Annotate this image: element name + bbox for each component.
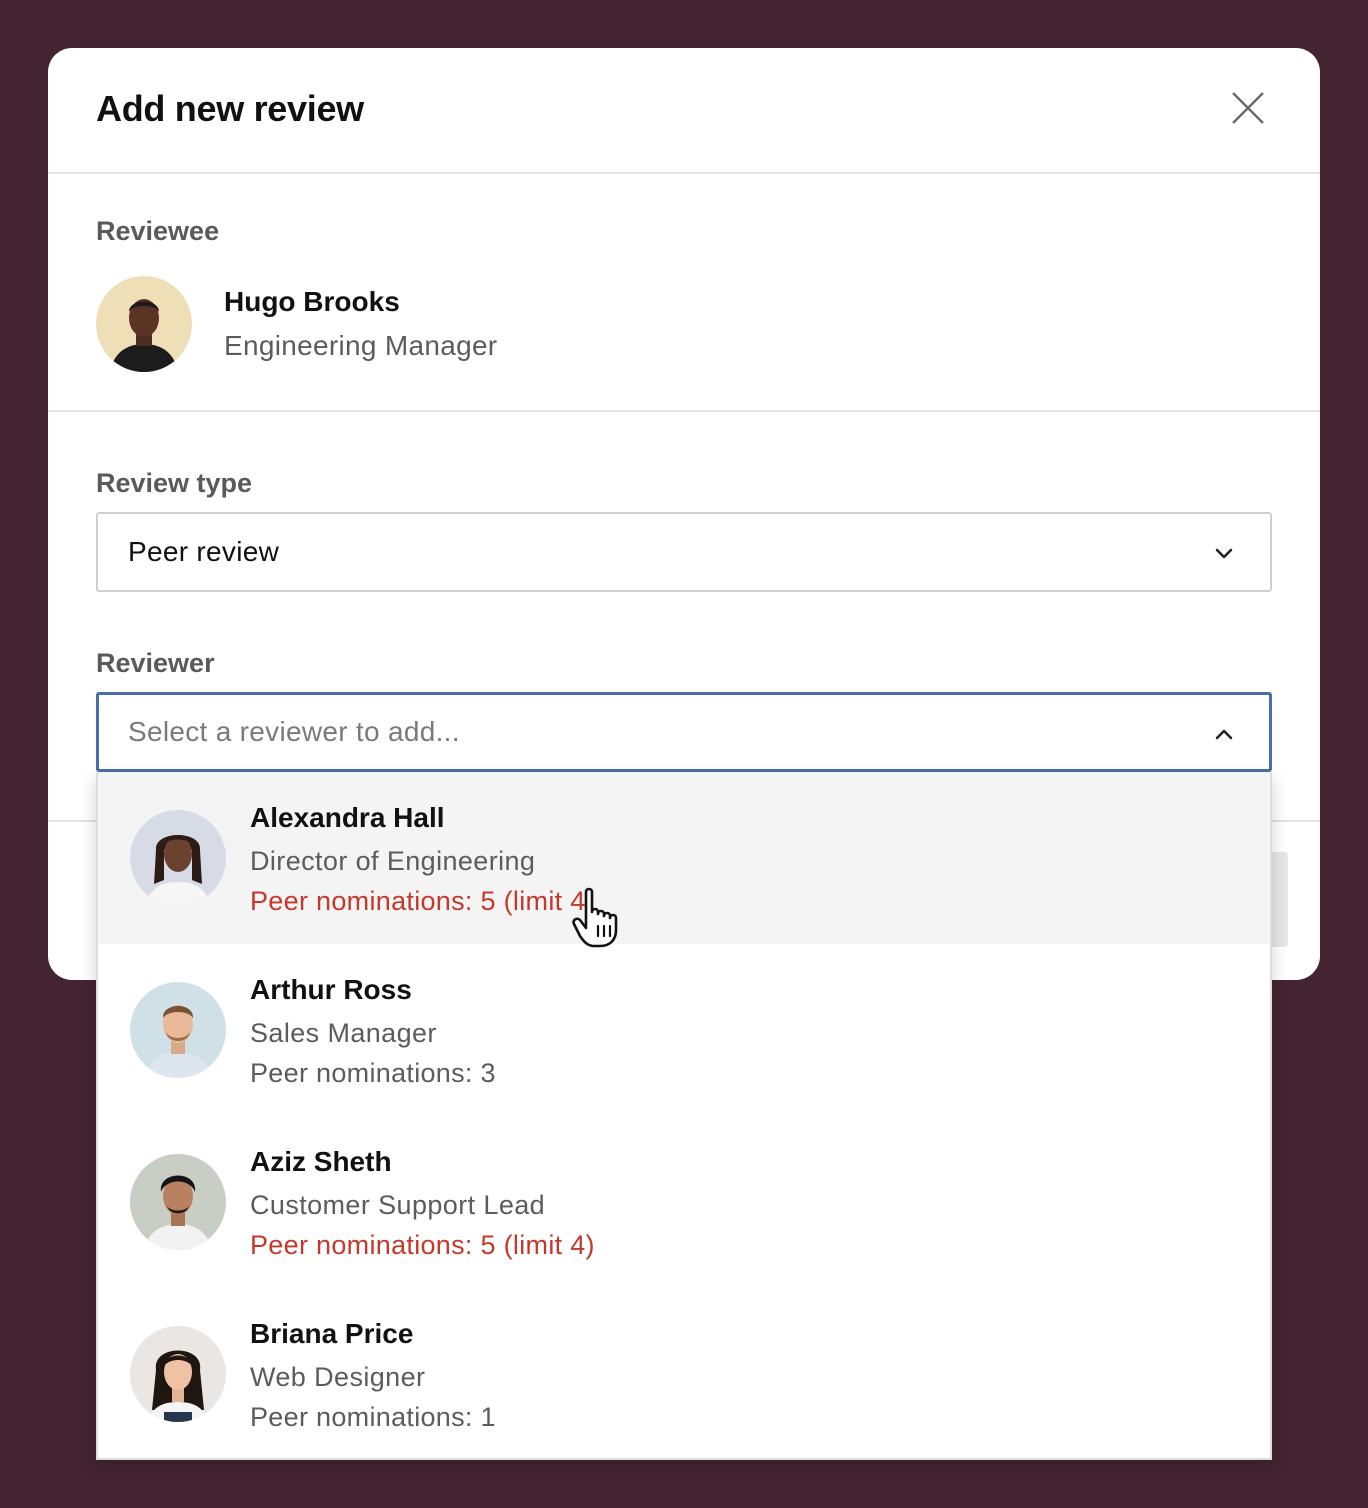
option-nominations: Peer nominations: 5 (limit 4)	[250, 1230, 595, 1260]
review-type-value: Peer review	[128, 536, 280, 567]
option-role: Director of Engineering	[250, 846, 536, 876]
avatar	[96, 276, 192, 372]
option-nominations: Peer nominations: 1	[250, 1402, 496, 1432]
avatar	[130, 982, 226, 1078]
option-name: Briana Price	[250, 1318, 414, 1349]
reviewer-placeholder: Select a reviewer to add...	[128, 716, 460, 747]
modal-header: Add new review	[48, 48, 1320, 174]
close-button[interactable]	[1224, 84, 1272, 132]
reviewee-role: Engineering Manager	[224, 330, 498, 361]
reviewer-option[interactable]: Briana Price Web Designer Peer nominatio…	[98, 1288, 1270, 1460]
option-role: Web Designer	[250, 1362, 426, 1392]
avatar	[130, 1154, 226, 1250]
footer-button[interactable]	[1270, 852, 1288, 947]
option-name: Alexandra Hall	[250, 802, 445, 833]
option-role: Customer Support Lead	[250, 1190, 546, 1220]
option-role: Sales Manager	[250, 1018, 437, 1048]
reviewer-select[interactable]: Select a reviewer to add...	[96, 692, 1272, 772]
avatar	[130, 1326, 226, 1422]
review-type-label: Review type	[96, 468, 253, 498]
reviewee-name: Hugo Brooks	[224, 286, 400, 317]
reviewer-label: Reviewer	[96, 648, 215, 678]
chevron-down-icon	[1215, 548, 1233, 559]
close-icon	[1232, 92, 1264, 124]
option-name: Aziz Sheth	[250, 1146, 392, 1177]
reviewee-label: Reviewee	[96, 216, 220, 246]
modal-title: Add new review	[96, 88, 364, 129]
reviewee-section: Reviewee Hugo Brooks Engineering Manager	[48, 174, 1320, 412]
reviewer-option[interactable]: Alexandra Hall Director of Engineering P…	[98, 772, 1270, 944]
reviewer-option[interactable]: Arthur Ross Sales Manager Peer nominatio…	[98, 944, 1270, 1116]
option-nominations: Peer nominations: 5 (limit 4)	[250, 886, 595, 916]
reviewer-option[interactable]: Aziz Sheth Customer Support Lead Peer no…	[98, 1116, 1270, 1288]
option-nominations: Peer nominations: 3	[250, 1058, 496, 1088]
review-type-select[interactable]: Peer review	[96, 512, 1272, 592]
chevron-up-icon	[1215, 729, 1233, 740]
avatar	[130, 810, 226, 906]
reviewer-dropdown: Alexandra Hall Director of Engineering P…	[96, 772, 1272, 1460]
option-name: Arthur Ross	[250, 974, 412, 1005]
